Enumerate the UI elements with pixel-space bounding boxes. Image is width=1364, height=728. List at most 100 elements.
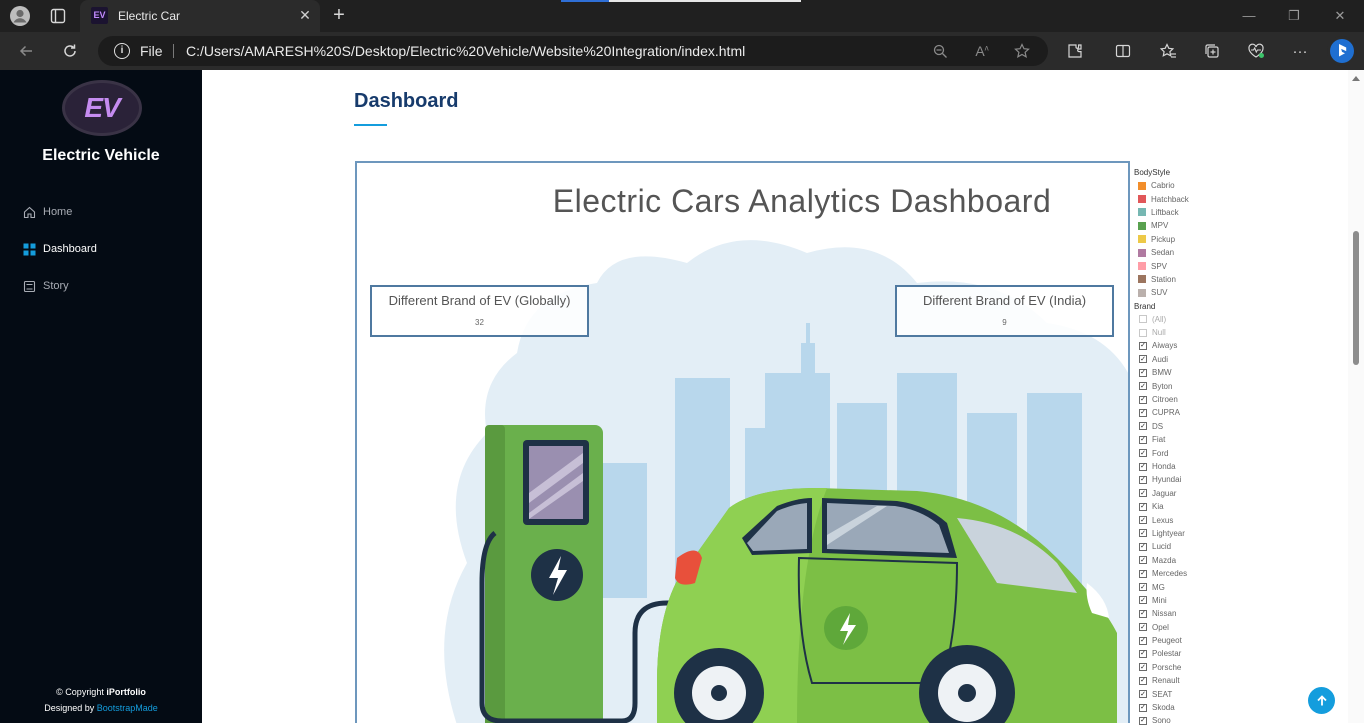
checkbox[interactable]: ✓ <box>1139 355 1147 364</box>
legend-item[interactable]: MPV <box>1134 219 1274 232</box>
browser-tab[interactable]: EV Electric Car ✕ <box>80 0 320 32</box>
scrollbar-thumb[interactable] <box>1353 231 1359 365</box>
checkbox[interactable]: ✓ <box>1139 542 1147 551</box>
scroll-up-icon[interactable] <box>1352 76 1360 81</box>
extensions-icon[interactable] <box>1063 39 1087 63</box>
checkbox[interactable]: ✓ <box>1139 475 1147 484</box>
favorite-star-icon[interactable] <box>1012 41 1032 61</box>
legend-item[interactable]: Station <box>1134 273 1274 286</box>
brand-filter-item[interactable]: ✓ SEAT <box>1134 687 1274 700</box>
brand-filter-item[interactable]: ✓ Lucid <box>1134 540 1274 553</box>
checkbox[interactable]: ✓ <box>1139 569 1147 578</box>
brand-filter-item[interactable]: ✓ Jaguar <box>1134 487 1274 500</box>
checkbox[interactable]: ✓ <box>1139 449 1147 458</box>
tab-actions-icon[interactable] <box>48 6 68 26</box>
checkbox[interactable]: ✓ <box>1139 716 1147 725</box>
brand-filter-item[interactable]: ✓ Opel <box>1134 621 1274 634</box>
brand-filter-item[interactable]: ✓ Mini <box>1134 594 1274 607</box>
brand-filter-item[interactable]: ✓ Polestar <box>1134 647 1274 660</box>
legend-item[interactable]: Cabrio <box>1134 179 1274 192</box>
brand-filter-item[interactable]: ✓ Nissan <box>1134 607 1274 620</box>
site-logo[interactable]: EV <box>62 80 142 136</box>
brand-filter-item[interactable]: ✓ Skoda <box>1134 701 1274 714</box>
collections-icon[interactable] <box>1200 39 1224 63</box>
minimize-icon[interactable]: — <box>1237 4 1261 28</box>
legend-item[interactable]: Liftback <box>1134 206 1274 219</box>
more-options-icon[interactable]: ··· <box>1288 39 1312 63</box>
checkbox[interactable]: ✓ <box>1139 529 1147 538</box>
brand-filter-item[interactable]: ✓ Lightyear <box>1134 527 1274 540</box>
brand-filter-item[interactable]: ✓ Fiat <box>1134 433 1274 446</box>
brand-filter-item[interactable]: ✓ Aiways <box>1134 339 1274 352</box>
checkbox[interactable]: ✓ <box>1139 502 1147 511</box>
brand-filter-item[interactable]: ✓ CUPRA <box>1134 406 1274 419</box>
copilot-icon[interactable] <box>1327 36 1357 66</box>
legend-item[interactable]: Pickup <box>1134 233 1274 246</box>
brand-filter-item[interactable]: ✓ DS <box>1134 420 1274 433</box>
brand-filter-item[interactable]: ✓ BMW <box>1134 366 1274 379</box>
read-aloud-icon[interactable]: Aʌ <box>972 41 992 61</box>
page-scrollbar[interactable] <box>1348 70 1364 723</box>
legend-item[interactable]: Sedan <box>1134 246 1274 259</box>
brand-filter-item[interactable]: ✓ Kia <box>1134 500 1274 513</box>
sidebar-item-dashboard[interactable]: Dashboard <box>22 239 97 259</box>
zoom-icon[interactable] <box>930 41 950 61</box>
refresh-icon[interactable] <box>58 39 82 63</box>
brand-filter-item[interactable]: ✓ MG <box>1134 580 1274 593</box>
site-info-icon[interactable]: i <box>114 43 130 59</box>
checkbox[interactable]: ✓ <box>1139 609 1147 618</box>
kpi-card-global[interactable]: Different Brand of EV (Globally) 32 <box>370 285 589 337</box>
brand-filter-item[interactable]: ✓ Sono <box>1134 714 1274 727</box>
checkbox[interactable]: ✓ <box>1139 703 1147 712</box>
new-tab-icon[interactable]: + <box>328 5 350 27</box>
legend-item[interactable]: SUV <box>1134 286 1274 299</box>
legend-item[interactable]: Hatchback <box>1134 192 1274 205</box>
checkbox[interactable]: ✓ <box>1139 462 1147 471</box>
brand-filter-item[interactable]: ✓ Audi <box>1134 353 1274 366</box>
checkbox[interactable]: ✓ <box>1139 368 1147 377</box>
tableau-dashboard[interactable]: Electric Cars Analytics Dashboard Differ… <box>355 161 1130 723</box>
legend-item[interactable]: SPV <box>1134 259 1274 272</box>
brand-filter-item[interactable]: ✓ Renault <box>1134 674 1274 687</box>
split-screen-icon[interactable] <box>1111 39 1135 63</box>
back-to-top-button[interactable] <box>1308 687 1335 714</box>
address-bar[interactable]: i File C:/Users/AMARESH%20S/Desktop/Elec… <box>98 36 1048 66</box>
checkbox[interactable]: ✓ <box>1139 663 1147 672</box>
checkbox[interactable]: ✓ <box>1139 583 1147 592</box>
checkbox[interactable]: ✓ <box>1139 649 1147 658</box>
brand-filter-item[interactable]: ✓ Hyundai <box>1134 473 1274 486</box>
brand-filter-item[interactable]: ✓ Honda <box>1134 460 1274 473</box>
brand-filter-item[interactable]: ✓ Mazda <box>1134 554 1274 567</box>
checkbox[interactable]: ✓ <box>1139 395 1147 404</box>
checkbox[interactable]: ✓ <box>1139 636 1147 645</box>
window-close-icon[interactable]: ✕ <box>1328 4 1352 28</box>
checkbox[interactable]: ✓ <box>1139 422 1147 431</box>
address-url[interactable]: C:/Users/AMARESH%20S/Desktop/Electric%20… <box>186 43 745 59</box>
brand-filter-item[interactable]: ✓ Porsche <box>1134 661 1274 674</box>
checkbox[interactable]: ✓ <box>1139 382 1147 391</box>
brand-filter-item[interactable]: (All) <box>1134 313 1274 326</box>
checkbox[interactable]: ✓ <box>1139 623 1147 632</box>
brand-filter-item[interactable]: ✓ Citroen <box>1134 393 1274 406</box>
checkbox[interactable]: ✓ <box>1139 435 1147 444</box>
site-brand[interactable]: Electric Vehicle <box>0 147 202 165</box>
checkbox[interactable]: ✓ <box>1139 341 1147 350</box>
checkbox[interactable]: ✓ <box>1139 516 1147 525</box>
kpi-card-india[interactable]: Different Brand of EV (India) 9 <box>895 285 1114 337</box>
profile-icon[interactable] <box>8 5 32 27</box>
checkbox[interactable]: ✓ <box>1139 676 1147 685</box>
checkbox[interactable]: ✓ <box>1139 690 1147 699</box>
checkbox[interactable]: ✓ <box>1139 596 1147 605</box>
brand-filter-item[interactable]: ✓ Ford <box>1134 446 1274 459</box>
checkbox[interactable] <box>1139 315 1147 324</box>
back-icon[interactable] <box>14 39 38 63</box>
checkbox[interactable] <box>1139 328 1147 337</box>
brand-filter-item[interactable]: ✓ Byton <box>1134 379 1274 392</box>
brand-filter-item[interactable]: ✓ Peugeot <box>1134 634 1274 647</box>
browser-essentials-icon[interactable] <box>1244 39 1268 63</box>
sidebar-item-home[interactable]: Home <box>22 202 72 222</box>
brand-filter-item[interactable]: ✓ Lexus <box>1134 513 1274 526</box>
credits-link[interactable]: BootstrapMade <box>97 703 158 713</box>
checkbox[interactable]: ✓ <box>1139 489 1147 498</box>
restore-icon[interactable]: ❐ <box>1282 4 1306 28</box>
